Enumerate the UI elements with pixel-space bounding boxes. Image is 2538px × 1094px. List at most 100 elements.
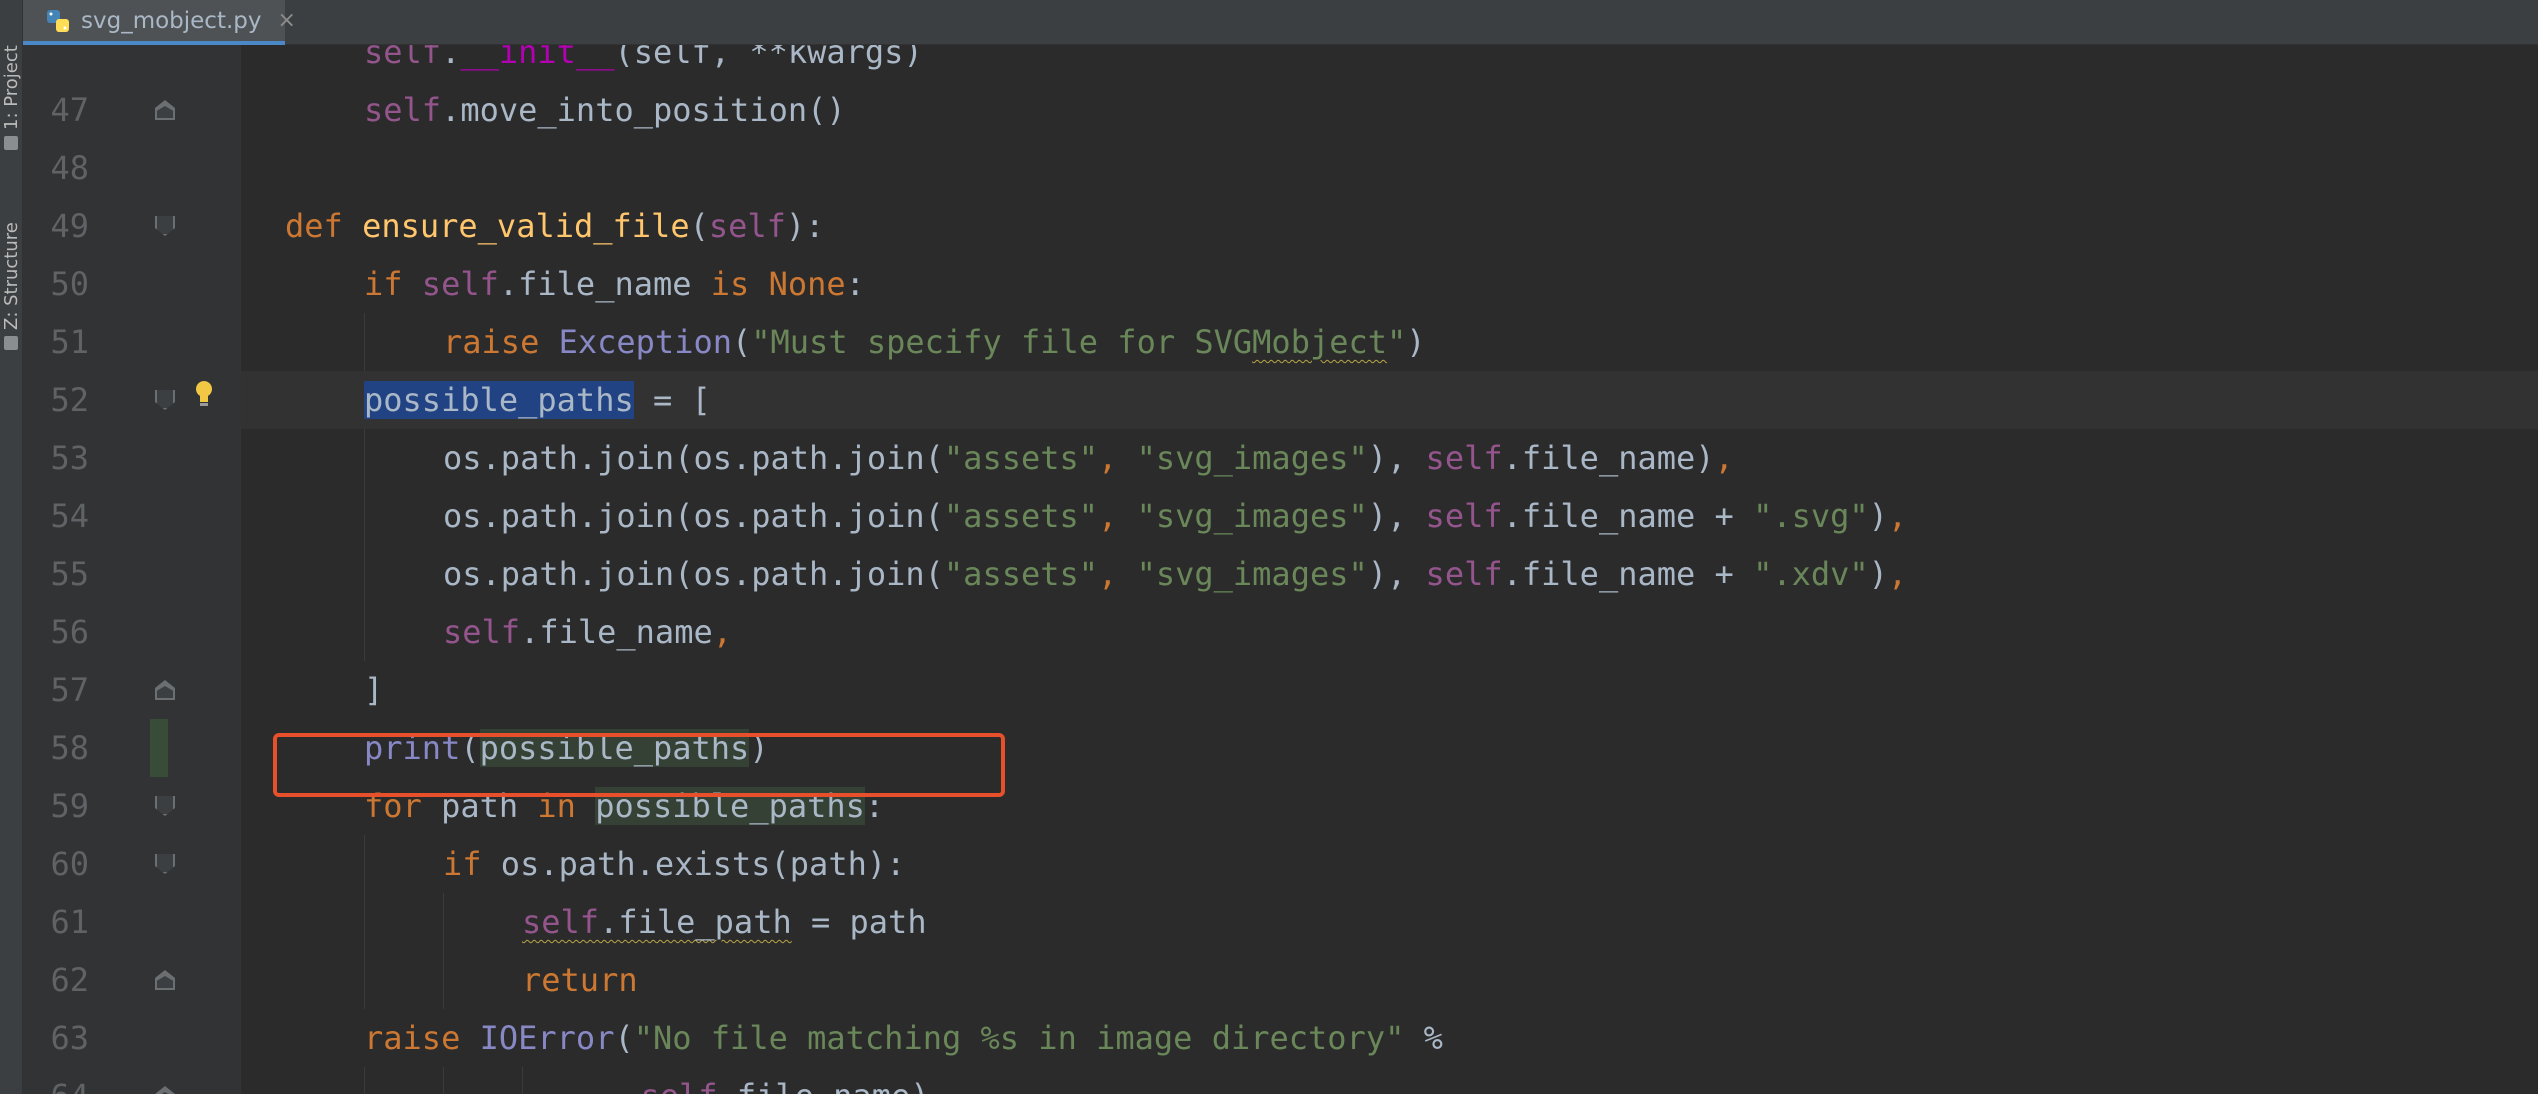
code-line[interactable]: ] [241, 661, 2538, 719]
code-line[interactable]: return [241, 951, 2538, 1009]
code-token: ) [1868, 555, 1888, 593]
code-token: = path [791, 903, 927, 941]
code-token: .file_name) [1502, 439, 1715, 477]
code-token: self [1425, 497, 1503, 535]
fold-expand-icon[interactable] [155, 216, 175, 236]
code-token: , [1098, 439, 1137, 477]
code-token: in [537, 787, 596, 825]
gutter-row: 55 [23, 545, 241, 603]
code-line[interactable]: self.__init__(self, **kwargs) [241, 45, 2538, 81]
code-token: os.path.join(os.path.join( [443, 439, 944, 477]
code-text: if self.file_name is None: [364, 255, 865, 313]
code-token: "No file matching %s in image directory" [633, 1019, 1405, 1057]
project-tool-label: 1: Project [1, 45, 22, 130]
indent-guide [364, 487, 365, 545]
code-token: ), [1367, 439, 1426, 477]
code-text: os.path.join(os.path.join("assets", "svg… [443, 429, 1734, 487]
indent-guide [364, 603, 365, 661]
code-token: possible_paths [479, 729, 750, 767]
code-text: print(possible_paths) [364, 719, 769, 777]
code-token: "svg_images" [1136, 555, 1368, 593]
fold-expand-icon[interactable] [155, 796, 175, 816]
code-line[interactable]: os.path.join(os.path.join("assets", "svg… [241, 545, 2538, 603]
code-token: os.path.exists(path): [500, 845, 906, 883]
gutter-row: 49 [23, 197, 241, 255]
code-line[interactable]: if os.path.exists(path): [241, 835, 2538, 893]
gutter-row: 60 [23, 835, 241, 893]
line-number: 47 [50, 91, 89, 129]
code-token: ) [749, 729, 769, 767]
code-line[interactable]: os.path.join(os.path.join("assets", "svg… [241, 429, 2538, 487]
code-text: self.file_path = path [522, 893, 927, 951]
code-token: .file_name) [718, 1077, 930, 1094]
code-token: , [1714, 439, 1734, 477]
tool-window-strip: 1: Project Z: Structure [0, 0, 23, 1094]
intention-bulb-icon[interactable] [193, 379, 215, 409]
code-token: ( [614, 1019, 634, 1057]
code-token: . [441, 45, 461, 71]
indent-guide [522, 1067, 523, 1094]
line-number: 63 [50, 1019, 89, 1057]
code-token: def [285, 207, 363, 245]
fold-end-icon[interactable] [155, 680, 175, 700]
code-line[interactable] [241, 139, 2538, 197]
gutter-row: 57 [23, 661, 241, 719]
fold-end-icon[interactable] [155, 970, 175, 990]
code-line[interactable]: possible_paths = [ [241, 371, 2538, 429]
code-line[interactable]: def ensure_valid_file(self): [241, 197, 2538, 255]
line-number: 55 [50, 555, 89, 593]
code-line[interactable]: raise IOError("No file matching %s in im… [241, 1009, 2538, 1067]
code-line[interactable]: for path in possible_paths: [241, 777, 2538, 835]
structure-tool-label: Z: Structure [1, 222, 22, 330]
code-token: ): [785, 207, 825, 245]
line-number: 61 [50, 903, 89, 941]
code-token: "assets" [943, 497, 1099, 535]
indent-guide [364, 951, 365, 1009]
fold-end-icon[interactable] [155, 100, 175, 120]
code-area[interactable]: self.__init__(self, **kwargs) self.move_i… [241, 45, 2538, 1094]
code-line[interactable]: self.file_name) [241, 1067, 2538, 1094]
code-token: .file_name [498, 265, 711, 303]
gutter-row: 59 [23, 777, 241, 835]
fold-expand-icon[interactable] [155, 854, 175, 874]
code-text: self.__init__(self, **kwargs) [364, 45, 923, 81]
code-token: , [1098, 555, 1137, 593]
code-line[interactable]: self.file_name, [241, 603, 2538, 661]
code-token: : [845, 265, 865, 303]
code-editor[interactable]: 47 48 49 50 51 52 53 54 55 56 57 58 59 60 61 62 63 64 sel… [23, 45, 2538, 1094]
line-number: 64 [23, 1067, 89, 1094]
code-token: "svg_images" [1136, 439, 1368, 477]
vcs-change-marker[interactable] [150, 719, 168, 777]
indent-guide [364, 835, 365, 893]
line-number: 53 [50, 439, 89, 477]
project-tool-tab[interactable]: 1: Project [0, 0, 23, 150]
code-line[interactable]: os.path.join(os.path.join("assets", "svg… [241, 487, 2538, 545]
structure-tool-tab[interactable]: Z: Structure [0, 180, 23, 350]
code-token: for [364, 787, 442, 825]
fold-end-icon[interactable] [155, 1086, 175, 1094]
indent-guide [364, 1067, 365, 1094]
code-token: if [364, 265, 422, 303]
code-token: "assets" [943, 439, 1099, 477]
code-token: os.path.join(os.path.join( [443, 555, 944, 593]
gutter-row: 51 [23, 313, 241, 371]
close-icon[interactable]: × [278, 8, 296, 33]
code-line[interactable]: raise Exception("Must specify file for S… [241, 313, 2538, 371]
code-line[interactable]: if self.file_name is None: [241, 255, 2538, 313]
code-token: raise [364, 1019, 480, 1057]
line-number: 48 [50, 149, 89, 187]
code-token: (self, **kwargs) [614, 45, 923, 71]
code-token: print [364, 729, 461, 767]
indent-guide [443, 951, 444, 1009]
code-line[interactable]: self.file_path = path [241, 893, 2538, 951]
code-line[interactable]: self.move_into_position() [241, 81, 2538, 139]
code-token: Exception [558, 323, 732, 361]
file-tab-svg-mobject[interactable]: svg_mobject.py × [23, 0, 296, 45]
indent-guide [364, 313, 365, 371]
code-text: raise Exception("Must specify file for S… [443, 313, 1426, 371]
code-token: self [1425, 439, 1503, 477]
code-line[interactable]: print(possible_paths) [241, 719, 2538, 777]
fold-expand-icon[interactable] [155, 390, 175, 410]
gutter-row: 64 [23, 1067, 241, 1094]
structure-icon [4, 336, 19, 350]
